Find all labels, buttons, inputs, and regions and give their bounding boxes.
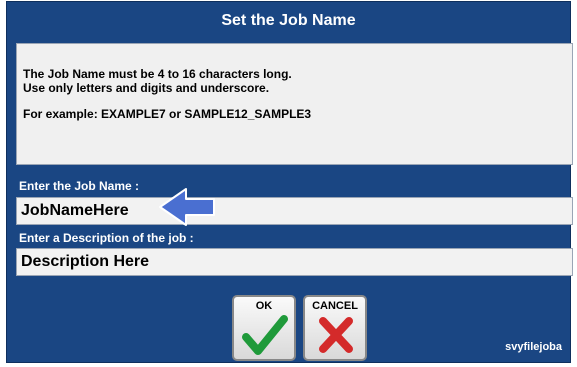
info-line-length: The Job Name must be 4 to 16 characters … xyxy=(23,67,292,81)
cancel-label: CANCEL xyxy=(312,300,358,312)
info-example: For example: EXAMPLE7 or SAMPLE12_SAMPLE… xyxy=(23,107,312,121)
description-label: Enter a Description of the job : xyxy=(19,231,194,245)
job-name-input[interactable]: JobNameHere xyxy=(16,197,573,225)
x-icon xyxy=(319,317,353,353)
screen-id: svyfilejoba xyxy=(505,341,562,353)
ok-button[interactable]: OK xyxy=(232,295,296,361)
job-name-dialog: Set the Job Name The Job Name must be 4 … xyxy=(6,1,573,363)
ok-label: OK xyxy=(255,300,273,312)
job-name-label: Enter the Job Name : xyxy=(19,179,140,193)
dialog-title: Set the Job Name xyxy=(221,12,356,29)
pointer-hand-icon xyxy=(159,188,215,226)
description-input[interactable]: Description Here xyxy=(16,248,573,276)
instructions-panel: The Job Name must be 4 to 16 characters … xyxy=(16,43,573,165)
check-icon xyxy=(242,315,288,355)
info-line-chars: Use only letters and digits and undersco… xyxy=(23,81,270,95)
cancel-button[interactable]: CANCEL xyxy=(303,295,367,361)
